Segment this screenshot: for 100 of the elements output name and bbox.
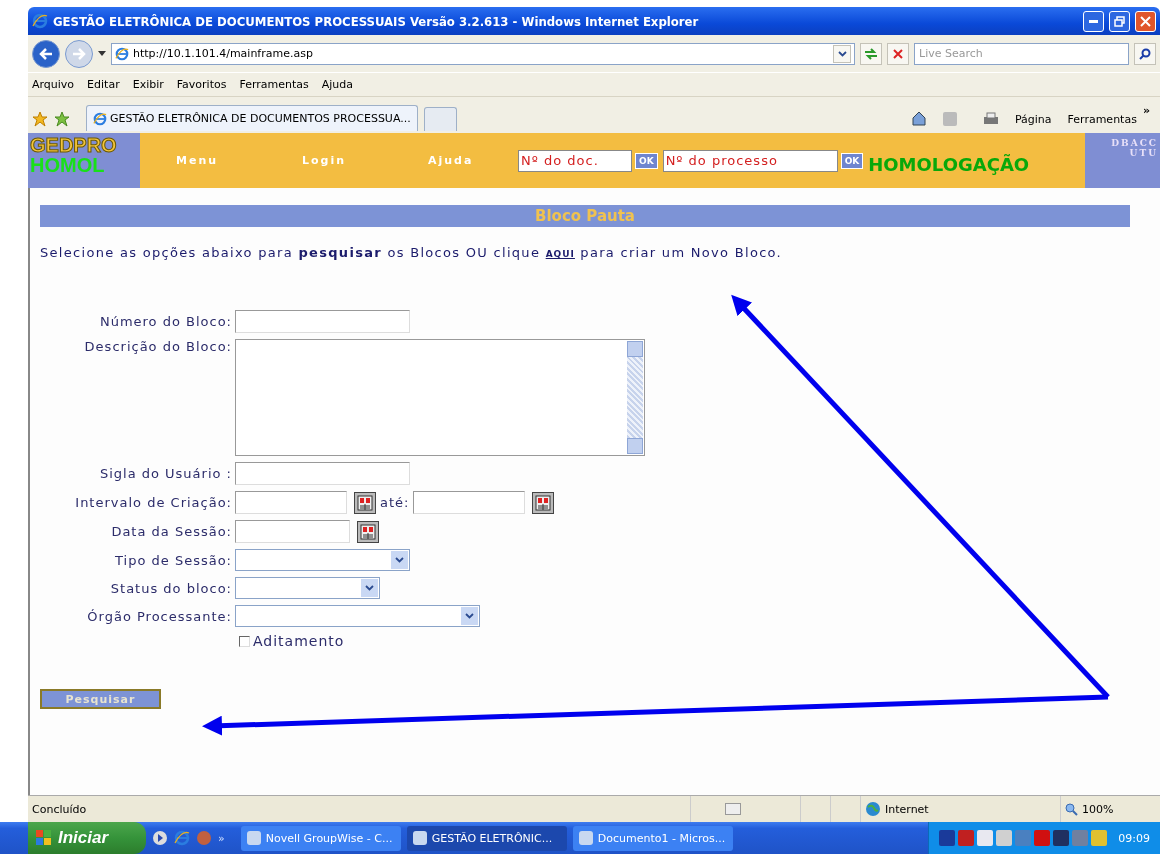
ok-button[interactable]: OK [840,152,864,169]
windows-flag-icon [36,830,52,846]
taskbar-button[interactable]: Novell GroupWise - C... [240,825,401,851]
clock: 09:09 [1118,831,1150,845]
star-icon[interactable] [32,111,48,127]
caret-icon[interactable] [98,51,106,56]
close-button[interactable] [1135,10,1156,32]
tray-icon[interactable] [939,830,956,846]
zoom-level[interactable]: 100% [1082,802,1114,816]
search-button[interactable] [1134,42,1156,65]
date-field[interactable] [413,491,526,514]
address-field[interactable]: http://10.1.101.4/mainframe.asp [111,42,855,65]
close-icon [893,48,903,59]
home-icon[interactable] [910,110,927,126]
field-label: Descrição do Bloco: [83,339,232,354]
tray-icon[interactable] [996,830,1013,846]
calendar-icon [535,494,552,511]
browser-icon [93,111,107,126]
ok-button[interactable]: OK [635,152,658,169]
media-player-icon[interactable] [152,830,168,846]
stop-button[interactable] [887,42,909,65]
select-field[interactable] [235,577,380,599]
calendar-button[interactable] [354,491,376,514]
command-menu[interactable]: Página [1014,113,1052,126]
tray-icon[interactable] [1053,830,1070,846]
field-label: Tipo de Sessão: [114,552,232,568]
logo: GEDPRO HOMOL [28,133,140,188]
menu-item[interactable]: Exibir [132,78,164,91]
refresh-button[interactable] [860,42,882,65]
add-favorite-icon[interactable] [54,111,70,127]
close-icon [1140,15,1151,27]
more-commands[interactable]: » [1142,104,1150,117]
back-button[interactable] [32,39,60,68]
range-separator: até: [380,495,410,510]
calendar-icon [360,523,376,540]
tray-icon[interactable] [977,830,994,846]
refresh-icon [864,47,878,60]
window-title: GESTÃO ELETRÔNICA DE DOCUMENTOS PROCESSUAIS Versão 3.2.613 - Windows Internet Explorer [53,13,700,29]
process-number-field[interactable]: Nº do processo [662,149,838,172]
date-field[interactable] [235,520,350,543]
create-link[interactable]: AQUI [545,249,575,259]
page-icon [725,803,741,815]
field-label: Sigla do Usuário : [98,466,232,481]
intro-text: Selecione as opções abaixo para pesquisar os Blocos OU clique AQUI para criar um Novo Bloco. [40,245,784,260]
tray-icon[interactable] [958,830,975,846]
forward-arrow-icon [72,47,86,60]
restore-icon [1114,15,1125,27]
zone-text: Internet [885,802,929,816]
checkbox[interactable]: Aditamento [239,633,1130,649]
description-field[interactable] [235,339,645,456]
text-field[interactable] [235,462,410,485]
menu-item[interactable]: Arquivo [32,78,75,91]
calendar-button[interactable] [532,491,555,514]
checkbox-box[interactable] [239,635,250,647]
printer-icon[interactable] [982,112,999,126]
calendar-icon [357,494,373,511]
app-icon [246,831,261,845]
browser-tab[interactable]: GESTÃO ELETRÔNICA DE DOCUMENTOS PROCESSUA... [86,105,418,131]
calendar-button[interactable] [357,520,379,543]
corner-text: DBACC [1111,139,1158,149]
field-label: Intervalo de Criação: [74,495,232,510]
corner-text: UTU [1129,148,1158,159]
browser-icon [32,13,48,29]
globe-icon [865,801,881,817]
date-field[interactable] [235,491,347,514]
tray-icon[interactable] [1091,830,1108,846]
document-number-field[interactable]: Nº do doc. [518,149,632,172]
search-field[interactable]: Live Search [914,42,1129,65]
browser-icon [115,46,129,61]
section-title: Bloco Pauta [40,205,1130,227]
more-quicklaunch[interactable]: » [218,831,225,845]
menu-item[interactable]: Ferramentas [239,78,309,91]
select-field[interactable] [235,605,480,627]
back-arrow-icon [39,47,53,60]
field-label: Data da Sessão: [110,524,232,539]
menu-item[interactable]: Ajuda [321,78,354,91]
search-icon [1139,47,1151,60]
menu-item[interactable]: Favoritos [176,78,227,91]
select-field[interactable] [235,549,410,571]
environment-label: HOMOLOGAÇÃO [868,154,1030,175]
field-label: Número do Bloco: [98,314,232,329]
minimize-button[interactable] [1083,10,1104,32]
app-icon [412,831,427,845]
new-tab-button[interactable] [423,107,457,131]
menu-item[interactable]: Editar [87,78,120,91]
field-label: Status do bloco: [109,580,232,596]
address-dropdown-icon[interactable] [833,44,851,63]
restore-button[interactable] [1109,10,1130,32]
groupwise-icon[interactable] [196,830,212,846]
taskbar-button[interactable]: Documento1 - Micros... [572,825,733,851]
taskbar-button[interactable]: GESTÃO ELETRÔNIC... [406,825,567,851]
field-label: Órgão Processante: [86,608,232,624]
app-icon [578,831,593,845]
text-field[interactable] [235,310,410,333]
command-menu[interactable]: Ferramentas [1067,113,1137,126]
forward-button[interactable] [65,39,93,68]
start-button[interactable]: Iniciar [28,822,146,854]
minimize-icon [1089,19,1098,23]
zoom-icon[interactable] [1065,802,1078,816]
tray-icon[interactable] [1034,830,1051,846]
